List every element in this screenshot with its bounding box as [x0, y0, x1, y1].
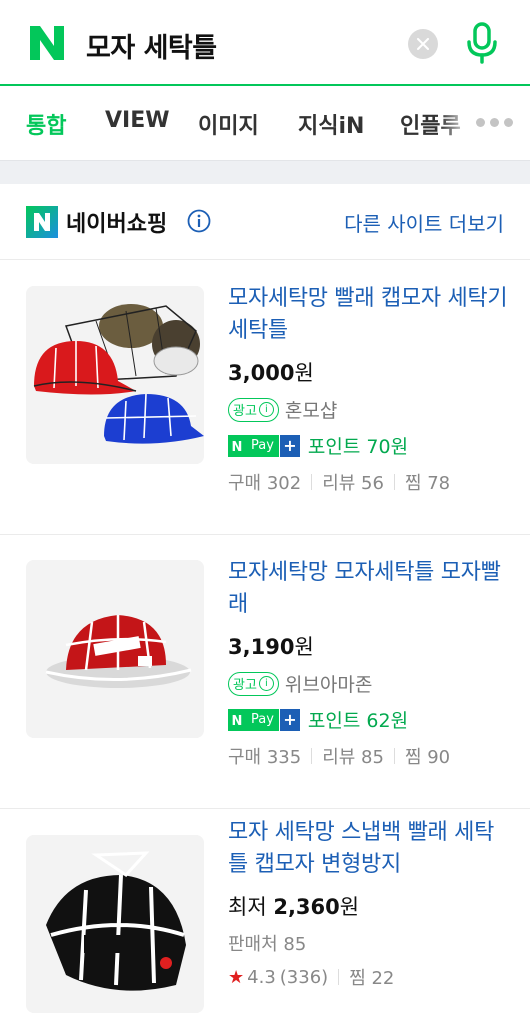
points-text: 포인트 70원 — [307, 436, 409, 458]
section-divider — [0, 160, 530, 184]
tab-integrated[interactable]: 통합 — [26, 108, 66, 140]
product-seller-row: 광고 i 혼모샵 — [228, 396, 508, 423]
seller-name[interactable]: 혼모샵 — [285, 396, 337, 423]
info-icon[interactable] — [187, 209, 211, 233]
search-header: 모자 세탁틀 — [0, 0, 530, 86]
wish-count: 찜 78 — [404, 473, 451, 494]
npay-icon: N Pay + — [228, 434, 300, 457]
purchase-count: 구매 335 — [228, 747, 302, 768]
stat-separator — [393, 474, 395, 490]
ad-badge[interactable]: 광고 i — [228, 671, 279, 696]
tab-knowledge-in[interactable]: 지식iN — [298, 108, 364, 140]
rating-count: (336) — [279, 966, 329, 988]
review-count[interactable]: 리뷰 85 — [322, 743, 384, 769]
stat-separator — [311, 474, 313, 490]
product-info: 모자세탁망 모자세탁틀 모자빨래 3,190원 광고 i 위브아마존 N Pay + … — [228, 557, 508, 769]
clear-icon — [417, 38, 429, 50]
purchase-count: 구매 302 — [228, 473, 302, 494]
product-title[interactable]: 모자세탁망 모자세탁틀 모자빨래 — [228, 557, 508, 621]
naver-shopping-logo-icon — [26, 206, 58, 238]
section-title[interactable]: 네이버쇼핑 — [66, 206, 167, 238]
section-header: 네이버쇼핑 다른 사이트 더보기 — [0, 184, 530, 260]
product-price: 최저 2,360원 — [228, 895, 360, 919]
tab-view[interactable]: VIEW — [105, 108, 170, 133]
naver-shopping-section: 네이버쇼핑 다른 사이트 더보기 모자세탁망 빨래 캡모자 세탁기 세탁틀 3,… — [0, 184, 530, 1024]
product-title[interactable]: 모자세탁망 빨래 캡모자 세탁기 세탁틀 — [228, 283, 508, 347]
stat-separator — [338, 969, 340, 985]
wish-count: 찜 22 — [349, 968, 395, 989]
ad-badge[interactable]: 광고 i — [228, 397, 279, 422]
product-seller-row: 광고 i 위브아마존 — [228, 670, 508, 697]
cap-washer-image — [26, 286, 204, 464]
product-stats: 구매 302 리뷰 56 찜 78 — [228, 469, 508, 495]
naver-logo-icon[interactable] — [28, 24, 66, 62]
wish-count: 찜 90 — [404, 747, 451, 768]
stat-separator — [393, 748, 395, 764]
product-item[interactable]: 모자세탁망 빨래 캡모자 세탁기 세탁틀 3,000원 광고 i 혼모샵 N Pay… — [0, 261, 530, 535]
rating-value: 4.3 — [247, 966, 276, 988]
seller-count[interactable]: 판매처 85 — [228, 930, 508, 956]
product-thumbnail[interactable] — [26, 560, 204, 738]
clear-button[interactable] — [408, 29, 438, 59]
cap-washer-image — [26, 560, 204, 738]
review-count[interactable]: 리뷰 56 — [322, 469, 384, 495]
product-thumbnail[interactable] — [26, 286, 204, 464]
cap-washer-image — [26, 835, 204, 1013]
info-small-icon: i — [258, 402, 274, 417]
stat-separator — [311, 748, 313, 764]
product-thumbnail[interactable] — [26, 835, 204, 1013]
seller-name[interactable]: 위브아마존 — [285, 670, 372, 697]
product-price: 3,000원 — [228, 361, 314, 385]
product-item[interactable]: 모자세탁망 모자세탁틀 모자빨래 3,190원 광고 i 위브아마존 N Pay + … — [0, 535, 530, 809]
points-text: 포인트 62원 — [307, 710, 409, 732]
product-stats: 구매 335 리뷰 85 찜 90 — [228, 743, 508, 769]
search-input[interactable]: 모자 세탁틀 — [86, 26, 217, 65]
product-title[interactable]: 모자 세탁망 스냅백 빨래 세탁틀 캡모자 변형방지 — [228, 817, 508, 881]
npay-points-row: N Pay + 포인트 62원 — [228, 706, 508, 733]
tab-images[interactable]: 이미지 — [198, 108, 259, 140]
microphone-icon[interactable] — [466, 22, 498, 64]
search-tab-bar: 통합 VIEW 이미지 지식iN 인플루 — [0, 88, 530, 160]
npay-points-row: N Pay + 포인트 70원 — [228, 432, 508, 459]
product-info: 모자세탁망 빨래 캡모자 세탁기 세탁틀 3,000원 광고 i 혼모샵 N Pay… — [228, 283, 508, 495]
info-small-icon: i — [258, 676, 274, 691]
more-sites-link[interactable]: 다른 사이트 더보기 — [344, 208, 504, 237]
product-stats: ★ 4.3 (336) 찜 22 — [228, 964, 508, 990]
product-item[interactable]: 모자 세탁망 스냅백 빨래 세탁틀 캡모자 변형방지 최저 2,360원 판매처… — [0, 809, 530, 1024]
more-dots-icon[interactable] — [474, 116, 516, 130]
star-icon: ★ — [228, 966, 245, 988]
product-price: 3,190원 — [228, 635, 314, 659]
product-info: 모자 세탁망 스냅백 빨래 세탁틀 캡모자 변형방지 최저 2,360원 판매처… — [228, 817, 508, 990]
npay-icon: N Pay + — [228, 708, 300, 731]
